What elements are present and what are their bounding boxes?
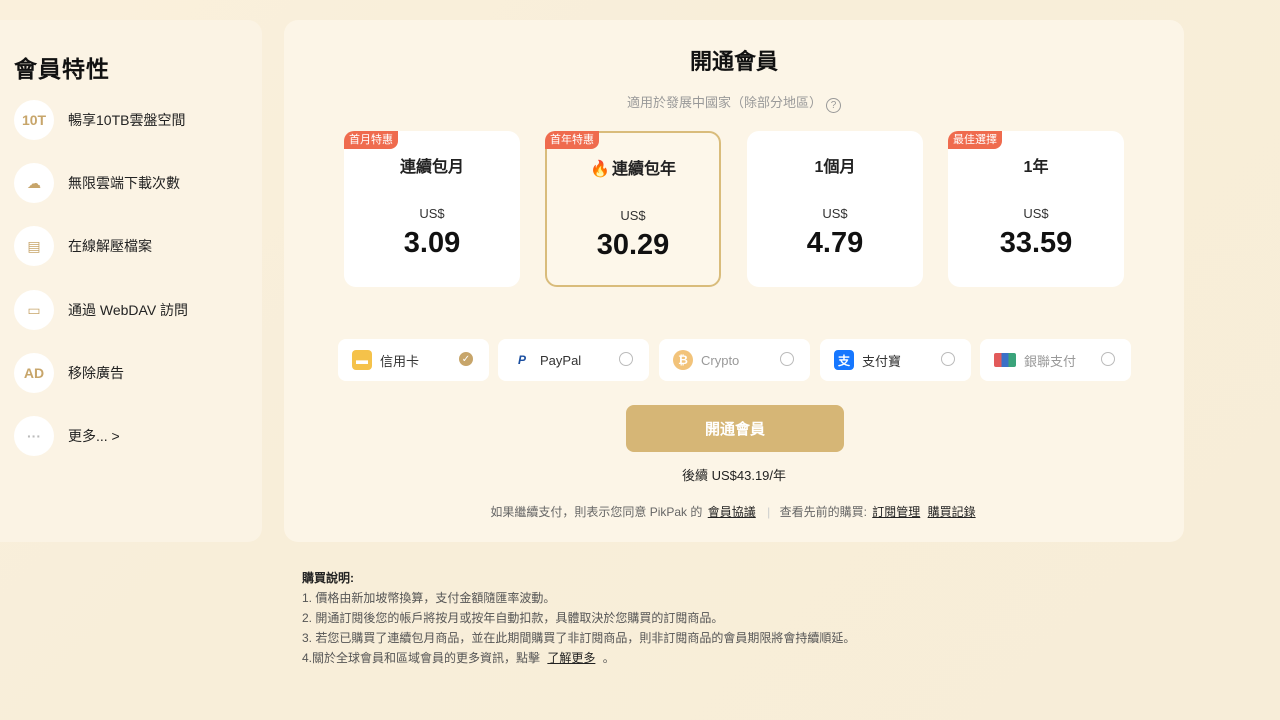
purchase-notes: 購買說明: 1. 價格由新加坡幣換算，支付金額隨匯率波動。 2. 開通訂閱後您的… [302, 568, 855, 668]
archive-zip-icon: ▤ [14, 226, 54, 266]
plan-currency: US$ [620, 208, 646, 223]
crypto-icon: ₿ [673, 350, 693, 370]
plan-badge: 首年特惠 [545, 131, 599, 149]
region-subtitle: 適用於發展中國家（除部分地區）? [284, 92, 1184, 113]
note-text: 4.關於全球會員和區域會員的更多資訊，點擊 [302, 651, 541, 665]
feature-unzip: ▤ 在線解壓檔案 [14, 225, 152, 267]
features-sidebar: 會員特性 10T 暢享10TB雲盤空間 ☁ 無限雲端下載次數 ▤ 在線解壓檔案 … [0, 20, 262, 542]
plan-price: 30.29 [596, 229, 670, 261]
plan-monthly-auto[interactable]: 首月特惠 連續包月 US$ 3.09 [344, 131, 520, 287]
unionpay-icon [994, 353, 1016, 367]
note-line: 3. 若您已購買了連續包月商品，並在此期間購買了非訂閱商品，則非訂閱商品的會員期… [302, 631, 856, 645]
plan-yearly-auto[interactable]: 首年特惠 🔥 連續包年 US$ 30.29 [545, 131, 721, 287]
subscription-manage-link[interactable]: 訂閱管理 [872, 505, 920, 519]
credit-card-icon: ▬ [352, 350, 372, 370]
plan-name: 1個月 [814, 159, 856, 176]
plan-badge: 最佳選擇 [948, 131, 1002, 149]
plan-name: 1年 [1023, 159, 1049, 176]
agreement-text: 如果繼續支付，則表示您同意 PikPak 的 [490, 505, 703, 519]
subscribe-button[interactable]: 開通會員 [626, 405, 844, 452]
webdav-drive-icon: ▭ [14, 290, 54, 330]
features-title: 會員特性 [14, 56, 110, 82]
pay-unionpay[interactable]: 銀聯支付 [980, 339, 1131, 381]
radio[interactable] [619, 352, 633, 366]
more-features-link[interactable]: ··· 更多... > [14, 415, 120, 457]
divider: | [767, 505, 771, 519]
plan-1-year[interactable]: 最佳選擇 1年 US$ 33.59 [948, 131, 1124, 287]
pay-paypal[interactable]: P PayPal [498, 339, 649, 381]
plan-price: 3.09 [403, 227, 461, 259]
help-icon[interactable]: ? [826, 98, 841, 113]
plan-currency: US$ [822, 206, 848, 221]
radio[interactable] [780, 352, 794, 366]
pay-label: 銀聯支付 [1024, 353, 1077, 369]
feature-no-ads: AD 移除廣告 [14, 352, 124, 394]
note-line: 2. 開通訂閱後您的帳戶將按月或按年自動扣款，具體取決於您購買的訂閱商品。 [302, 611, 724, 625]
feature-label: 在線解壓檔案 [68, 238, 152, 254]
radio[interactable] [941, 352, 955, 366]
plan-name-wrap: 🔥 連續包年 [547, 155, 719, 179]
pay-crypto[interactable]: ₿ Crypto [659, 339, 810, 381]
pay-credit-card[interactable]: ▬ 信用卡 ✓ [338, 339, 489, 381]
plan-currency: US$ [1023, 206, 1049, 221]
more-dots-icon: ··· [14, 416, 54, 456]
plan-currency: US$ [419, 206, 445, 221]
member-agreement-link[interactable]: 會員協議 [708, 505, 756, 519]
subtitle-text: 適用於發展中國家（除部分地區） [626, 95, 822, 110]
note-tail: 。 [602, 651, 615, 665]
page-title: 開通會員 [689, 49, 778, 74]
pay-alipay[interactable]: 支 支付寶 [820, 339, 971, 381]
plan-price: 4.79 [806, 227, 864, 259]
feature-label: 暢享10TB雲盤空間 [68, 112, 186, 128]
renewal-price: 後續 US$43.19/年 [681, 468, 787, 483]
purchase-records-link[interactable]: 購買記錄 [928, 505, 976, 519]
plan-price: 33.59 [999, 227, 1073, 259]
feature-cloud-download: ☁ 無限雲端下載次數 [14, 162, 180, 204]
plan-name: 連續包月 [399, 159, 464, 176]
feature-webdav: ▭ 通過 WebDAV 訪問 [14, 289, 188, 331]
radio[interactable] [1101, 352, 1115, 366]
pay-label: 支付寶 [862, 353, 902, 369]
history-text: 查看先前的購買: [779, 505, 867, 519]
plan-1-month[interactable]: 1個月 US$ 4.79 [747, 131, 923, 287]
feature-storage: 10T 暢享10TB雲盤空間 [14, 99, 185, 141]
flame-icon: 🔥 [590, 161, 610, 178]
notes-heading: 購買說明: [302, 571, 354, 585]
feature-label: 通過 WebDAV 訪問 [68, 302, 189, 318]
feature-label: 移除廣告 [68, 365, 124, 381]
plan-name: 連續包年 [611, 161, 676, 178]
note-line-4: 4.關於全球會員和區域會員的更多資訊，點擊 了解更多 。 [302, 648, 855, 668]
plan-badge: 首月特惠 [344, 131, 398, 149]
ad-remove-icon: AD [14, 353, 54, 393]
more-label: 更多... > [68, 428, 120, 444]
alipay-icon: 支 [834, 350, 854, 370]
learn-more-link[interactable]: 了解更多 [547, 651, 595, 665]
storage-10t-icon: 10T [14, 100, 54, 140]
radio-selected[interactable]: ✓ [459, 352, 473, 366]
note-line: 1. 價格由新加坡幣換算，支付金額隨匯率波動。 [302, 591, 556, 605]
pay-label: 信用卡 [380, 353, 420, 369]
agreement-line: 如果繼續支付，則表示您同意 PikPak 的 會員協議 | 查看先前的購買: 訂… [284, 503, 1184, 520]
pay-label: Crypto [701, 352, 740, 368]
subscribe-panel: 開通會員 適用於發展中國家（除部分地區）? 首月特惠 連續包月 US$ 3.09… [284, 20, 1184, 542]
cloud-download-icon: ☁ [14, 163, 54, 203]
paypal-icon: P [517, 353, 526, 367]
feature-label: 無限雲端下載次數 [68, 175, 180, 191]
pay-label: PayPal [540, 352, 582, 368]
